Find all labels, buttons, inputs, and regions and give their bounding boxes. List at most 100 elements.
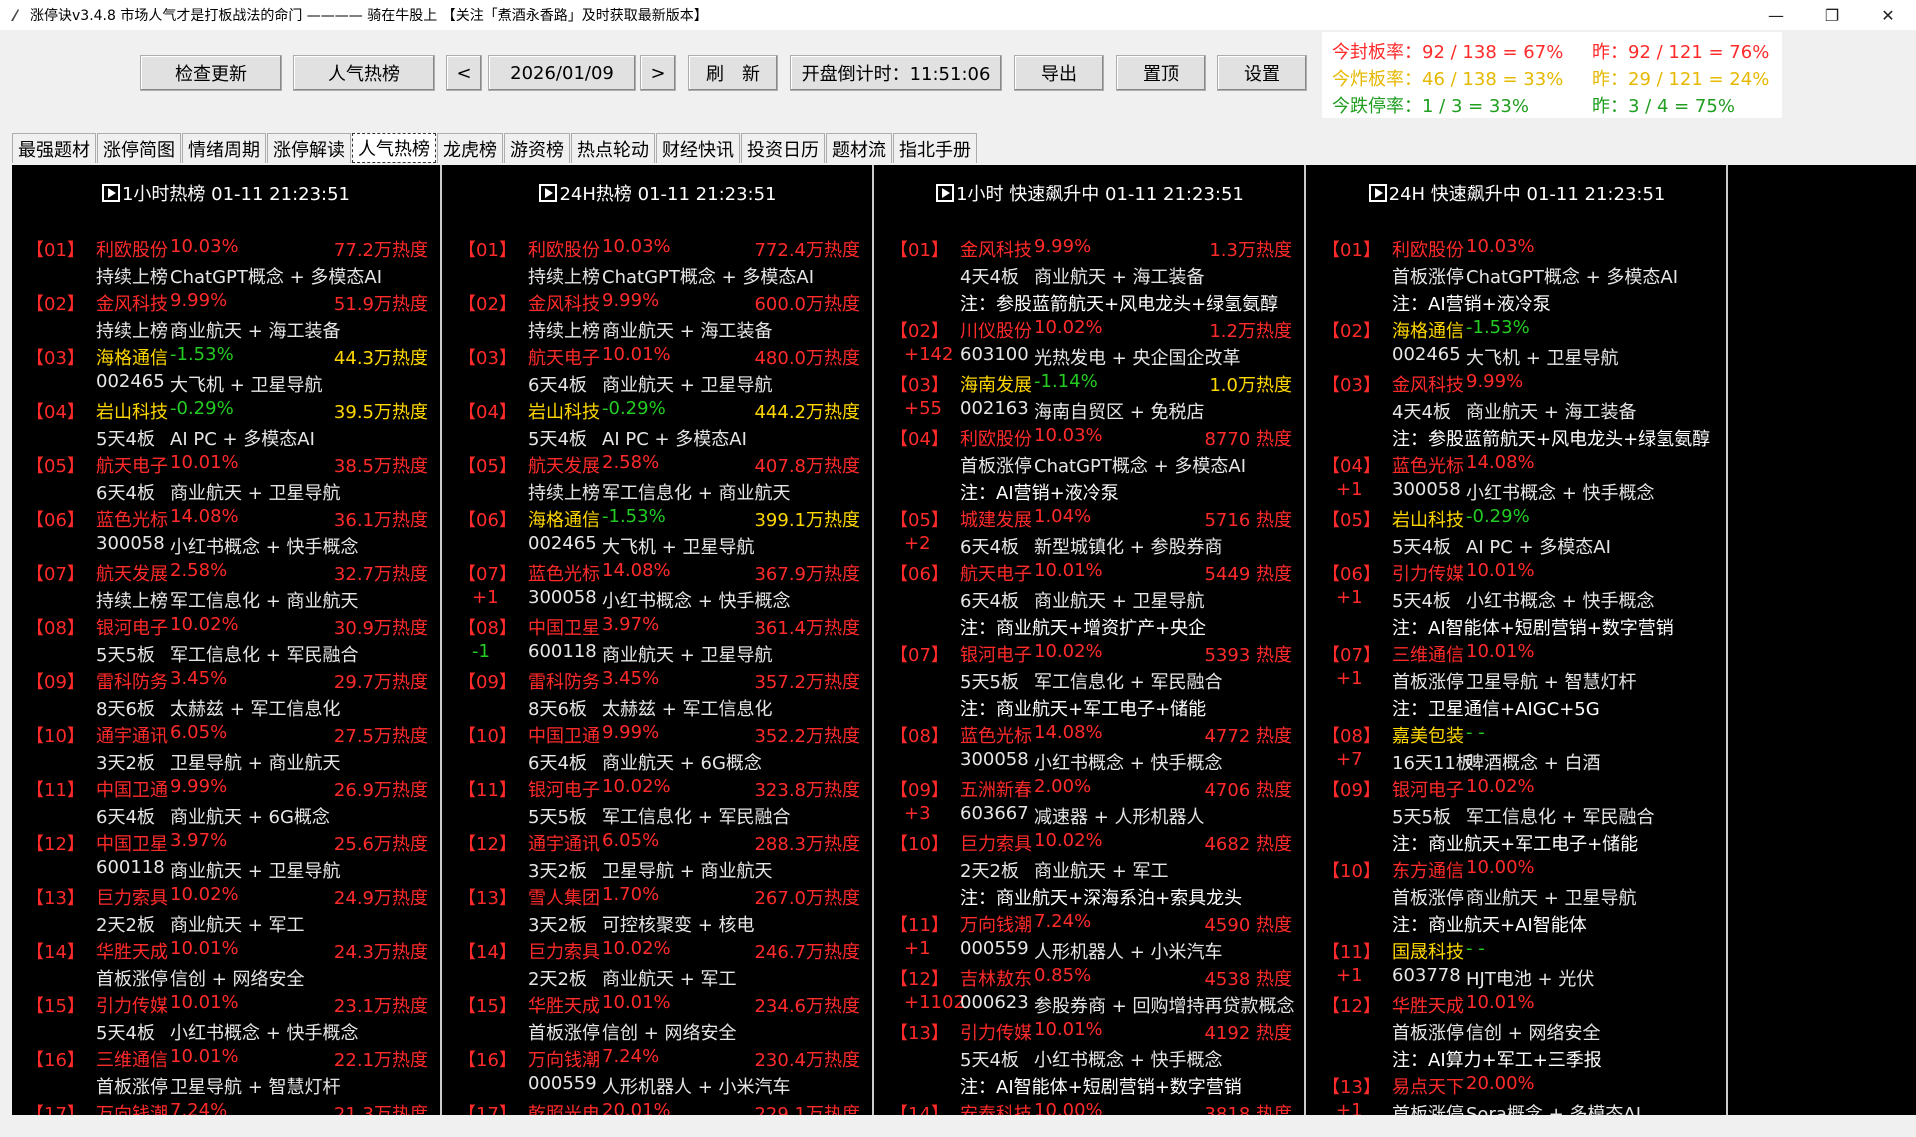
concept-tags: ChatGPT概念 + 多模态AI — [602, 267, 815, 288]
check-update-button[interactable]: 检查更新 — [140, 55, 282, 91]
list-item[interactable]: 【06】 海格通信 -1.53% 399.1万热度 002465 大飞机 + 卫星导航 — [444, 505, 872, 559]
list-item[interactable]: 【04】 岩山科技 -0.29% 39.5万热度 5天4板 AI PC + 多模态AI — [12, 397, 440, 451]
list-item[interactable]: 【04】 蓝色光标 14.08% +1 300058 小红书概念 + 快手概念 — [1308, 451, 1726, 505]
list-item[interactable]: 【04】 利欧股份 10.03% 8770 热度 首板涨停 ChatGPT概念 + 多模态… — [876, 424, 1304, 505]
list-item[interactable]: 【10】 中国卫通 9.99% 352.2万热度 6天4板 商业航天 + 6G概念 — [444, 721, 872, 775]
tab-2[interactable]: 情绪周期 — [182, 133, 266, 163]
tab-3[interactable]: 涨停解读 — [267, 133, 351, 163]
list-item[interactable]: 【13】 易点天下 20.00% +1 首板涨停 Sora概念 + 多模态AI — [1308, 1072, 1726, 1115]
export-button[interactable]: 导出 — [1014, 55, 1104, 91]
list-item[interactable]: 【06】 引力传媒 10.01% +1 5天4板 小红书概念 + 快手概念 注：AI智能体+… — [1308, 559, 1726, 640]
tab-9[interactable]: 投资日历 — [741, 133, 825, 163]
seal-rate-prev: 昨：92 / 121 = 76% — [1592, 42, 1770, 63]
minimize-button[interactable]: — — [1748, 0, 1804, 30]
list-item[interactable]: 【03】 航天电子 10.01% 480.0万热度 6天4板 商业航天 + 卫星导航 — [444, 343, 872, 397]
list-item[interactable]: 【14】 安泰科技 10.00% 3818 热度 — [876, 1099, 1304, 1115]
list-item[interactable]: 【12】 中国卫星 3.97% 25.6万热度 600118 商业航天 + 卫星导航 — [12, 829, 440, 883]
list-item[interactable]: 【01】 利欧股份 10.03% 首板涨停 ChatGPT概念 + 多模态AI 注：AI营… — [1308, 235, 1726, 316]
tab-5[interactable]: 龙虎榜 — [437, 133, 503, 163]
tab-10[interactable]: 题材流 — [826, 133, 892, 163]
heat-value: 323.8万热度 — [754, 780, 860, 801]
list-item[interactable]: 【11】 中国卫通 9.99% 26.9万热度 6天4板 商业航天 + 6G概念 — [12, 775, 440, 829]
list-item[interactable]: 【08】 中国卫星 3.97% 361.4万热度 -1 600118 商业航天 + 卫星导航 — [444, 613, 872, 667]
list-item[interactable]: 【01】 利欧股份 10.03% 77.2万热度 持续上榜 ChatGPT概念 + 多模态… — [12, 235, 440, 289]
list-item[interactable]: 【01】 利欧股份 10.03% 772.4万热度 持续上榜 ChatGPT概念 + 多模… — [444, 235, 872, 289]
list-item[interactable]: 【05】 城建发展 1.04% 5716 热度 +2 6天4板 新型城镇化 + 参股券商 — [876, 505, 1304, 559]
list-item[interactable]: 【17】 万向钱潮 7.24% 21.3万热度 — [12, 1099, 440, 1115]
list-item[interactable]: 【02】 金风科技 9.99% 600.0万热度 持续上榜 商业航天 + 海工装备 — [444, 289, 872, 343]
list-item[interactable]: 【06】 蓝色光标 14.08% 36.1万热度 300058 小红书概念 + 快手概念 — [12, 505, 440, 559]
stock-name: 引力传媒 — [960, 1023, 1032, 1044]
list-item[interactable]: 【05】 岩山科技 -0.29% 5天4板 AI PC + 多模态AI — [1308, 505, 1726, 559]
list-item[interactable]: 【07】 银河电子 10.02% 5393 热度 5天5板 军工信息化 + 军民融合 注：商… — [876, 640, 1304, 721]
list-item[interactable]: 【11】 万向钱潮 7.24% 4590 热度 +1 000559 人形机器人 + 小米汽车 — [876, 910, 1304, 964]
settings-button[interactable]: 设置 — [1217, 55, 1307, 91]
list-item[interactable]: 【16】 三维通信 10.01% 22.1万热度 首板涨停 卫星导航 + 智慧灯杆 — [12, 1045, 440, 1099]
popular-button[interactable]: 人气热榜 — [293, 55, 435, 91]
burst-rate-row: 今炸板率：46 / 138 = 33% 昨：29 / 121 = 24% — [1332, 65, 1772, 92]
list-item[interactable]: 【14】 巨力索具 10.02% 246.7万热度 2天2板 商业航天 + 军工 — [444, 937, 872, 991]
list-item[interactable]: 【09】 雷科防务 3.45% 29.7万热度 8天6板 太赫兹 + 军工信息化 — [12, 667, 440, 721]
list-item[interactable]: 【13】 巨力索具 10.02% 24.9万热度 2天2板 商业航天 + 军工 — [12, 883, 440, 937]
list-item[interactable]: 【09】 五洲新春 2.00% 4706 热度 +3 603667 减速器 + 人形机器人 — [876, 775, 1304, 829]
pin-button[interactable]: 置顶 — [1116, 55, 1206, 91]
list-item[interactable]: 【15】 华胜天成 10.01% 234.6万热度 首板涨停 信创 + 网络安全 — [444, 991, 872, 1045]
list-item[interactable]: 【03】 金风科技 9.99% 4天4板 商业航天 + 海工装备 注：参股蓝箭航天+风电龙… — [1308, 370, 1726, 451]
list-item[interactable]: 【13】 引力传媒 10.01% 4192 热度 5天4板 小红书概念 + 快手概念 注：A… — [876, 1018, 1304, 1099]
list-item[interactable]: 【14】 华胜天成 10.01% 24.3万热度 首板涨停 信创 + 网络安全 — [12, 937, 440, 991]
list-item[interactable]: 【10】 通宇通讯 6.05% 27.5万热度 3天2板 卫星导航 + 商业航天 — [12, 721, 440, 775]
tab-7[interactable]: 热点轮动 — [571, 133, 655, 163]
list-item[interactable]: 【06】 航天电子 10.01% 5449 热度 6天4板 商业航天 + 卫星导航 注：商业… — [876, 559, 1304, 640]
tab-4[interactable]: 人气热榜 — [352, 133, 436, 163]
play-icon[interactable] — [936, 184, 955, 202]
list-item[interactable]: 【02】 金风科技 9.99% 51.9万热度 持续上榜 商业航天 + 海工装备 — [12, 289, 440, 343]
list-item[interactable]: 【03】 海格通信 -1.53% 44.3万热度 002465 大飞机 + 卫星导航 — [12, 343, 440, 397]
next-date-button[interactable]: > — [640, 55, 676, 91]
play-icon[interactable] — [1368, 184, 1387, 202]
list-item[interactable]: 【16】 万向钱潮 7.24% 230.4万热度 000559 人形机器人 + 小米汽车 — [444, 1045, 872, 1099]
prev-date-button[interactable]: < — [446, 55, 482, 91]
board-status: 5天5板 — [960, 672, 1019, 693]
list-item[interactable]: 【11】 银河电子 10.02% 323.8万热度 5天5板 军工信息化 + 军民融合 — [444, 775, 872, 829]
tab-8[interactable]: 财经快讯 — [656, 133, 740, 163]
tab-6[interactable]: 游资榜 — [504, 133, 570, 163]
tab-0[interactable]: 最强题材 — [12, 133, 96, 163]
board-status: 300058 — [528, 587, 597, 608]
list-item[interactable]: 【07】 蓝色光标 14.08% 367.9万热度 +1 300058 小红书概念 + 快手… — [444, 559, 872, 613]
list-item[interactable]: 【08】 蓝色光标 14.08% 4772 热度 300058 小红书概念 + 快手概念 — [876, 721, 1304, 775]
list-item[interactable]: 【09】 雷科防务 3.45% 357.2万热度 8天6板 太赫兹 + 军工信息化 — [444, 667, 872, 721]
list-item[interactable]: 【10】 巨力索具 10.02% 4682 热度 2天2板 商业航天 + 军工 注：商业航天… — [876, 829, 1304, 910]
list-item[interactable]: 【07】 航天发展 2.58% 32.7万热度 持续上榜 军工信息化 + 商业航天 — [12, 559, 440, 613]
maximize-button[interactable]: ❐ — [1804, 0, 1860, 30]
list-item[interactable]: 【12】 吉林敖东 0.85% 4538 热度 +1102 000623 参股券商 + 回购… — [876, 964, 1304, 1018]
list-item[interactable]: 【05】 航天电子 10.01% 38.5万热度 6天4板 商业航天 + 卫星导航 — [12, 451, 440, 505]
tab-1[interactable]: 涨停简图 — [97, 133, 181, 163]
list-item[interactable]: 【17】 乾照光电 20.01% 229.1万热度 — [444, 1099, 872, 1115]
rank-label: 【11】 — [890, 915, 949, 936]
rank-label: 【01】 — [890, 240, 949, 261]
list-item[interactable]: 【02】 海格通信 -1.53% 002465 大飞机 + 卫星导航 — [1308, 316, 1726, 370]
list-item[interactable]: 【09】 银河电子 10.02% 5天5板 军工信息化 + 军民融合 注：商业航天+军工电… — [1308, 775, 1726, 856]
play-icon[interactable] — [101, 184, 120, 202]
list-item[interactable]: 【02】 川仪股份 10.02% 1.2万热度 +142 603100 光热发电 + 央企国… — [876, 316, 1304, 370]
list-item[interactable]: 【07】 三维通信 10.01% +1 首板涨停 卫星导航 + 智慧灯杆 注：卫星通信+AI… — [1308, 640, 1726, 721]
list-item[interactable]: 【13】 雪人集团 1.70% 267.0万热度 3天2板 可控核聚变 + 核电 — [444, 883, 872, 937]
list-item[interactable]: 【12】 通宇通讯 6.05% 288.3万热度 3天2板 卫星导航 + 商业航天 — [444, 829, 872, 883]
list-item[interactable]: 【08】 银河电子 10.02% 30.9万热度 5天5板 军工信息化 + 军民融合 — [12, 613, 440, 667]
list-item[interactable]: 【04】 岩山科技 -0.29% 444.2万热度 5天4板 AI PC + 多模态AI — [444, 397, 872, 451]
stock-name: 巨力索具 — [96, 888, 168, 909]
refresh-button[interactable]: 刷 新 — [688, 55, 778, 91]
tab-11[interactable]: 指北手册 — [893, 133, 977, 163]
date-field[interactable]: 2026/01/09 — [488, 55, 636, 91]
list-item[interactable]: 【03】 海南发展 -1.14% 1.0万热度 +55 002163 海南自贸区 + 免税店 — [876, 370, 1304, 424]
list-item[interactable]: 【10】 东方通信 10.00% 首板涨停 商业航天 + 卫星导航 注：商业航天+AI智能… — [1308, 856, 1726, 937]
list-item[interactable]: 【15】 引力传媒 10.01% 23.1万热度 5天4板 小红书概念 + 快手概念 — [12, 991, 440, 1045]
list-item[interactable]: 【12】 华胜天成 10.01% 首板涨停 信创 + 网络安全 注：AI算力+军工+三季报 — [1308, 991, 1726, 1072]
list-item[interactable]: 【01】 金风科技 9.99% 1.3万热度 4天4板 商业航天 + 海工装备 注：参股蓝箭… — [876, 235, 1304, 316]
list-item[interactable]: 【05】 航天发展 2.58% 407.8万热度 持续上榜 军工信息化 + 商业航天 — [444, 451, 872, 505]
change-pct: 10.02% — [1034, 641, 1103, 662]
list-item[interactable]: 【11】 国晟科技 - - +1 603778 HJT电池 + 光伏 — [1308, 937, 1726, 991]
play-icon[interactable] — [539, 184, 558, 202]
list-item[interactable]: 【08】 嘉美包装 - - +7 16天11板 啤酒概念 + 白酒 — [1308, 721, 1726, 775]
close-button[interactable]: ✕ — [1860, 0, 1916, 30]
